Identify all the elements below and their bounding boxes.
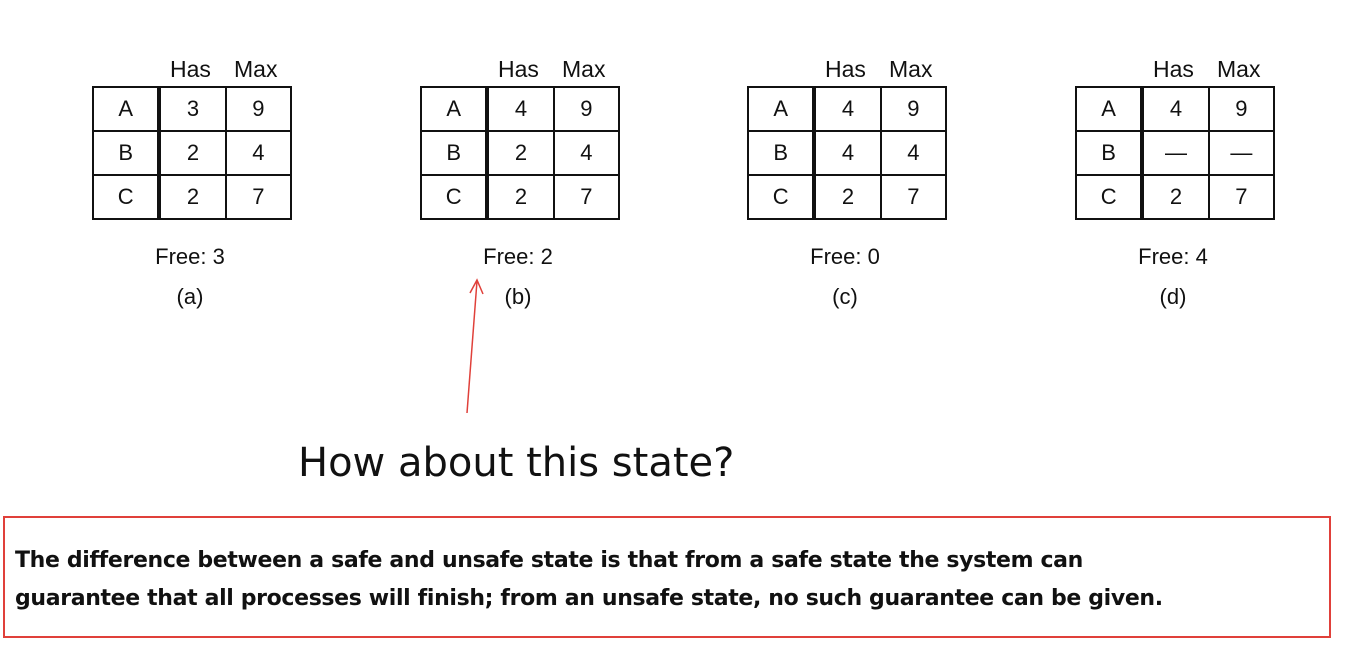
definition-text: The difference between a safe and unsafe…	[15, 542, 1163, 618]
arrow-shaft	[466, 280, 478, 414]
definition-line-1: The difference between a safe and unsafe…	[15, 548, 1083, 573]
question-text: How about this state?	[298, 440, 735, 486]
definition-box: The difference between a safe and unsafe…	[3, 516, 1331, 638]
definition-line-2: guarantee that all processes will finish…	[15, 586, 1163, 611]
